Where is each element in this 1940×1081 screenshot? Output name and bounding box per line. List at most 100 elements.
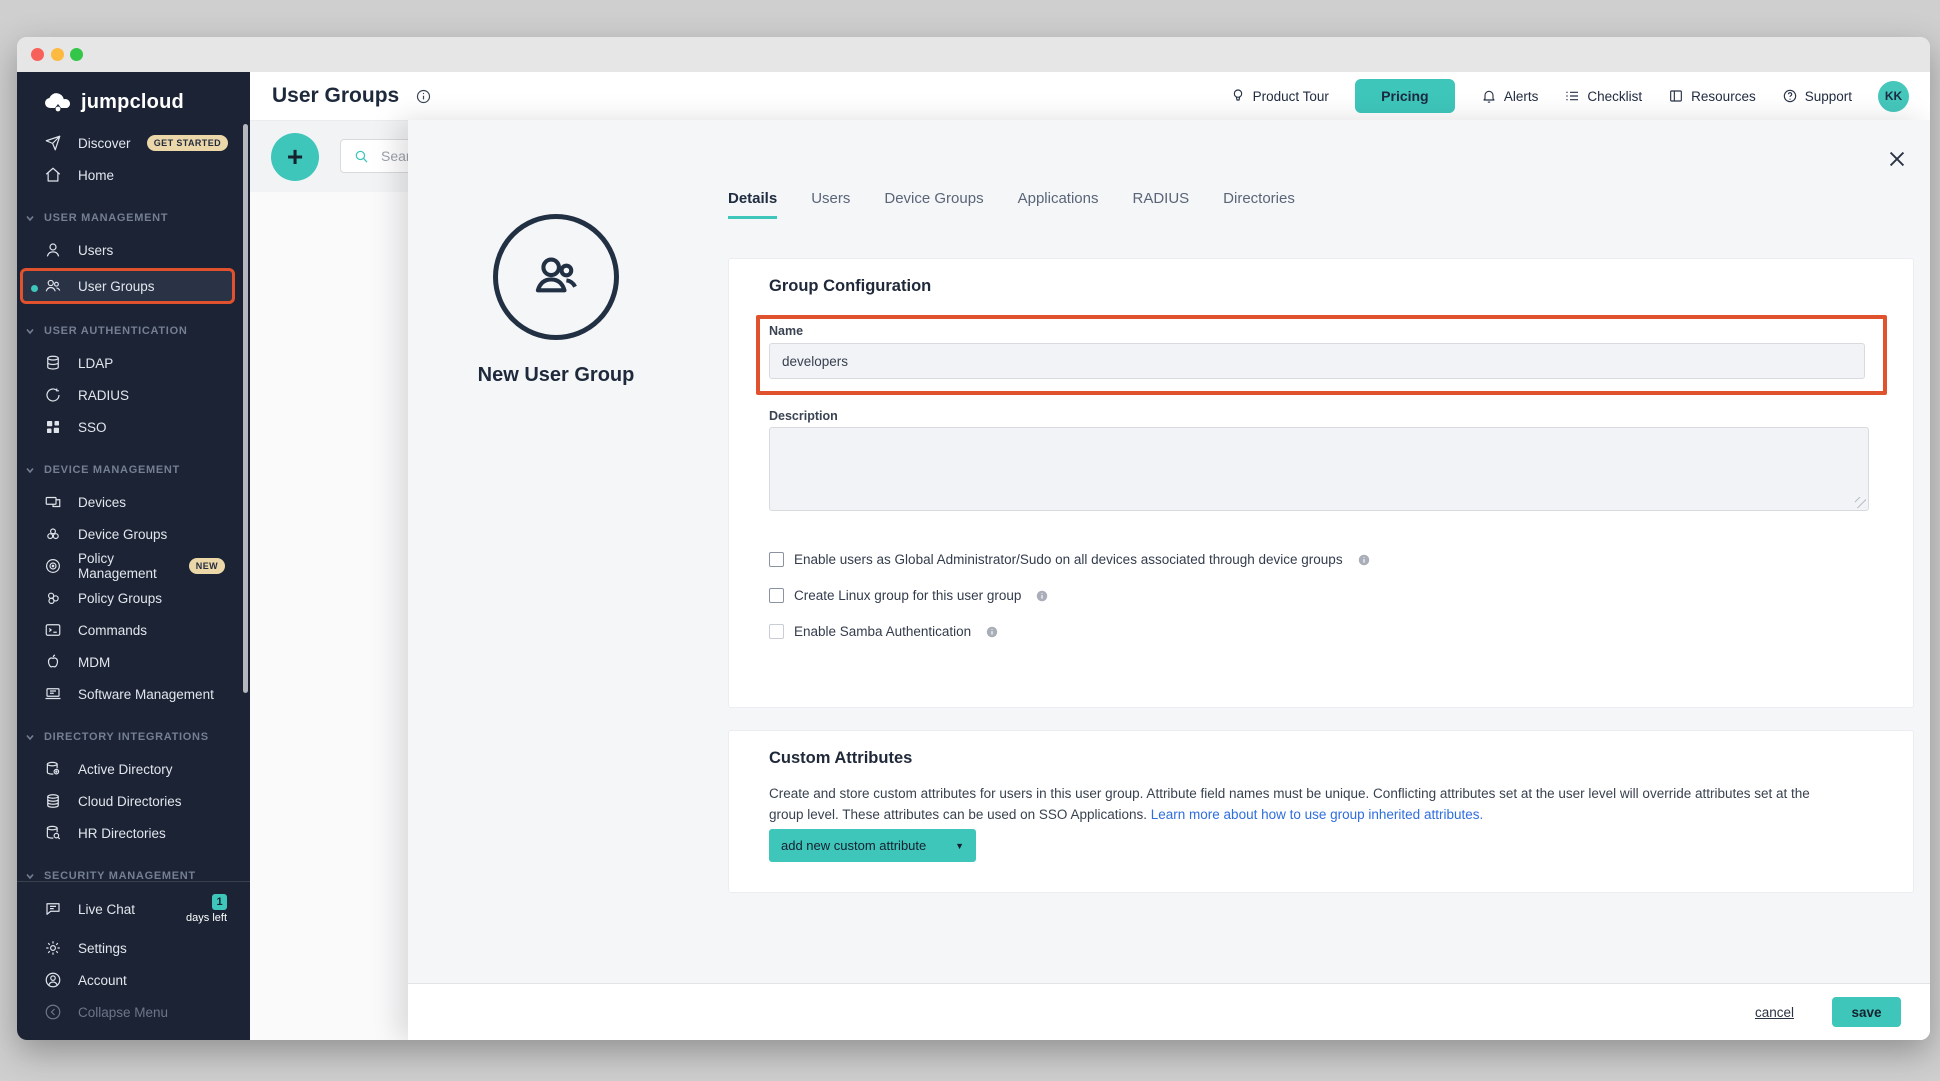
sidebar: jumpcloud Discover GET STARTED Home USER… — [17, 72, 250, 1040]
jumpcloud-logo[interactable]: jumpcloud — [17, 72, 250, 116]
info-icon[interactable] — [415, 88, 432, 105]
sidebar-item-user-groups[interactable]: User Groups — [20, 268, 235, 304]
checkbox-row-linux-group: Create Linux group for this user group — [769, 588, 1049, 603]
sidebar-item-device-groups[interactable]: Device Groups — [17, 518, 250, 550]
panel-tabs: Details Users Device Groups Applications… — [728, 190, 1295, 219]
description-textarea[interactable] — [769, 427, 1869, 511]
sidebar-section-device-management[interactable]: DEVICE MANAGEMENT — [17, 454, 250, 486]
info-icon[interactable] — [1357, 553, 1371, 567]
devices-icon — [44, 493, 62, 511]
name-label: Name — [769, 324, 803, 338]
app-window: jumpcloud Discover GET STARTED Home USER… — [17, 37, 1930, 1040]
checklist-button[interactable]: Checklist — [1564, 88, 1642, 104]
sidebar-item-sso[interactable]: SSO — [17, 411, 250, 443]
custom-attributes-card: Custom Attributes Create and store custo… — [728, 730, 1914, 893]
header-menu: Product Tour Pricing Alerts Checklist Re… — [1230, 79, 1930, 113]
linux-group-checkbox[interactable] — [769, 588, 784, 603]
sidebar-item-radius[interactable]: RADIUS — [17, 379, 250, 411]
alerts-button[interactable]: Alerts — [1481, 88, 1539, 104]
sidebar-item-active-directory[interactable]: Active Directory — [17, 753, 250, 785]
tab-details[interactable]: Details — [728, 190, 777, 219]
hr-directories-icon — [44, 824, 62, 842]
cloud-logo-icon — [43, 92, 73, 112]
close-window-button[interactable] — [31, 48, 44, 61]
active-directory-icon — [44, 760, 62, 778]
gear-icon — [44, 939, 62, 957]
checklist-icon — [1564, 88, 1580, 104]
checkbox-row-global-admin: Enable users as Global Administrator/Sud… — [769, 552, 1371, 567]
sidebar-scrollbar-thumb[interactable] — [243, 124, 248, 693]
home-icon — [44, 166, 62, 184]
zoom-window-button[interactable] — [70, 48, 83, 61]
sidebar-item-users[interactable]: Users — [17, 234, 250, 266]
question-circle-icon — [1782, 88, 1798, 104]
software-management-icon — [44, 685, 62, 703]
minimize-window-button[interactable] — [51, 48, 64, 61]
sidebar-item-discover[interactable]: Discover GET STARTED — [17, 127, 250, 159]
tab-directories[interactable]: Directories — [1223, 190, 1295, 219]
device-groups-icon — [44, 525, 62, 543]
sidebar-item-policy-management[interactable]: Policy Management NEW — [17, 550, 250, 582]
pricing-button[interactable]: Pricing — [1355, 79, 1455, 113]
sidebar-item-settings[interactable]: Settings — [17, 932, 250, 964]
page-header: User Groups Product Tour Pricing Alerts … — [250, 72, 1930, 121]
custom-attributes-heading: Custom Attributes — [769, 749, 912, 768]
sidebar-item-account[interactable]: Account — [17, 964, 250, 996]
tab-device-groups[interactable]: Device Groups — [884, 190, 983, 219]
resources-button[interactable]: Resources — [1668, 88, 1756, 104]
tab-users[interactable]: Users — [811, 190, 850, 219]
sidebar-item-collapse-menu[interactable]: Collapse Menu — [17, 996, 250, 1028]
close-icon[interactable] — [1886, 146, 1912, 172]
samba-auth-checkbox[interactable] — [769, 624, 784, 639]
group-configuration-card: Group Configuration Name Description Ena… — [728, 258, 1914, 708]
collapse-menu-icon — [44, 1003, 62, 1021]
textarea-resize-handle[interactable] — [1855, 497, 1866, 508]
product-tour-icon — [1230, 88, 1246, 104]
sidebar-item-software-management[interactable]: Software Management — [17, 678, 250, 710]
sidebar-item-commands[interactable]: Commands — [17, 614, 250, 646]
logo-text: jumpcloud — [81, 91, 184, 114]
sidebar-item-policy-groups[interactable]: Policy Groups — [17, 582, 250, 614]
add-custom-attribute-button[interactable]: add new custom attribute ▼ — [769, 829, 976, 862]
mdm-apple-icon — [44, 653, 62, 671]
support-button[interactable]: Support — [1782, 88, 1852, 104]
sidebar-section-user-management[interactable]: USER MANAGEMENT — [17, 202, 250, 234]
sidebar-item-ldap[interactable]: LDAP — [17, 347, 250, 379]
sidebar-item-hr-directories[interactable]: HR Directories — [17, 817, 250, 849]
group-configuration-heading: Group Configuration — [769, 277, 931, 296]
user-group-avatar-icon — [493, 214, 619, 340]
tab-applications[interactable]: Applications — [1018, 190, 1099, 219]
add-group-button[interactable]: + — [271, 133, 319, 181]
commands-icon — [44, 621, 62, 639]
save-button[interactable]: save — [1832, 997, 1901, 1027]
sidebar-footer: Live Chat 1 days left Settings Account C… — [17, 881, 250, 1028]
user-avatar[interactable]: KK — [1878, 81, 1909, 112]
cloud-directories-icon — [44, 792, 62, 810]
description-label: Description — [769, 409, 838, 423]
sidebar-item-live-chat[interactable]: Live Chat 1 days left — [17, 886, 250, 932]
panel-footer: cancel save — [408, 983, 1930, 1040]
chevron-down-icon — [23, 211, 37, 225]
global-admin-checkbox[interactable] — [769, 552, 784, 567]
sidebar-section-directory-integrations[interactable]: DIRECTORY INTEGRATIONS — [17, 721, 250, 753]
policy-management-icon — [44, 557, 62, 575]
bell-icon — [1481, 88, 1497, 104]
panel-identity: New User Group — [408, 120, 704, 387]
info-icon[interactable] — [1035, 589, 1049, 603]
get-started-badge: GET STARTED — [147, 135, 228, 151]
info-icon[interactable] — [985, 625, 999, 639]
new-badge: NEW — [189, 558, 225, 574]
sidebar-item-mdm[interactable]: MDM — [17, 646, 250, 678]
sidebar-section-user-authentication[interactable]: USER AUTHENTICATION — [17, 315, 250, 347]
group-name-input[interactable] — [769, 343, 1865, 379]
custom-attributes-description: Create and store custom attributes for u… — [769, 783, 1810, 825]
product-tour-button[interactable]: Product Tour — [1230, 88, 1329, 104]
cancel-button[interactable]: cancel — [1755, 1005, 1794, 1020]
learn-more-link[interactable]: Learn more about how to use group inheri… — [1151, 807, 1483, 822]
sidebar-item-devices[interactable]: Devices — [17, 486, 250, 518]
tab-radius[interactable]: RADIUS — [1132, 190, 1189, 219]
sidebar-item-home[interactable]: Home — [17, 159, 250, 191]
sidebar-item-cloud-directories[interactable]: Cloud Directories — [17, 785, 250, 817]
account-icon — [44, 971, 62, 989]
discover-icon — [44, 134, 62, 152]
